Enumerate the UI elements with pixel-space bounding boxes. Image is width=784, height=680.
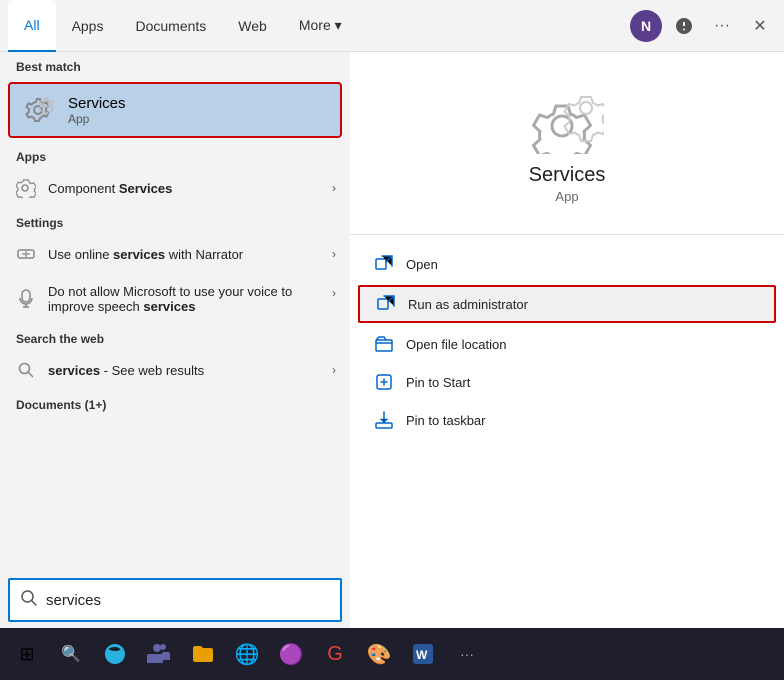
best-match-item[interactable]: Services App [8,82,342,138]
paint-icon[interactable]: 🎨 [358,633,400,675]
speech-icon [14,286,38,310]
component-services-icon [14,176,38,200]
open-icon [374,254,394,274]
best-match-section-label: Best match [0,52,350,78]
chrome-icon[interactable]: 🌐 [226,633,268,675]
search-bar-icon [20,589,38,612]
pin-to-taskbar-action[interactable]: Pin to taskbar [350,401,784,439]
open-file-location-label: Open file location [406,337,506,352]
svg-text:W: W [416,648,428,662]
web-chevron-icon: › [332,363,336,377]
component-services-text: Component Services [48,181,322,196]
pin-to-taskbar-label: Pin to taskbar [406,413,486,428]
avatar[interactable]: N [630,10,662,42]
more-apps-icon[interactable]: ··· [446,633,488,675]
pin-to-start-action[interactable]: Pin to Start [350,363,784,401]
taskbar: ⊞ 🔍 🌐 🟣 G 🎨 W ··· [0,628,784,680]
speech-text: Do not allow Microsoft to use your voice… [48,284,322,314]
more-icon[interactable]: ··· [706,10,738,42]
open-label: Open [406,257,438,272]
app-preview-name: Services [529,164,606,187]
search-input[interactable] [46,592,330,609]
teams-icon[interactable] [138,633,180,675]
web-search-text: services - See web results [48,363,322,378]
pin-to-taskbar-icon [374,410,394,430]
open-file-location-action[interactable]: Open file location [350,325,784,363]
explorer-icon[interactable] [182,633,224,675]
web-search-icon [14,358,38,382]
app-preview-type: App [555,189,578,204]
run-as-admin-action[interactable]: Run as administrator [358,285,776,323]
narrator-chevron-icon: › [332,247,336,261]
narrator-icon [14,242,38,266]
tab-web[interactable]: Web [222,0,283,52]
documents-section-label: Documents (1+) [0,390,350,416]
action-list: Open Run as administrator Open file loca… [350,235,784,449]
feedback-icon[interactable] [668,10,700,42]
search-bar[interactable] [8,578,342,622]
run-as-admin-icon [376,294,396,314]
slack-icon[interactable]: 🟣 [270,633,312,675]
pin-to-start-label: Pin to Start [406,375,470,390]
start-button[interactable]: ⊞ [6,633,48,675]
word-icon[interactable]: W [402,633,444,675]
narrator-services-item[interactable]: Use online services with Narrator › [0,234,350,274]
settings-section-label: Settings [0,208,350,234]
search-taskbar[interactable]: 🔍 [50,633,92,675]
edge-icon[interactable] [94,633,136,675]
component-services-item[interactable]: Component Services › [0,168,350,208]
web-search-item[interactable]: services - See web results › [0,350,350,390]
close-icon[interactable]: ✕ [744,10,776,42]
services-large-icon [532,92,602,152]
tab-all[interactable]: All [8,0,56,52]
google-icon[interactable]: G [314,633,356,675]
open-action[interactable]: Open [350,245,784,283]
run-as-admin-label: Run as administrator [408,297,528,312]
speech-services-item[interactable]: Do not allow Microsoft to use your voice… [0,274,350,324]
services-app-icon [24,94,56,126]
web-section-label: Search the web [0,324,350,350]
tab-apps[interactable]: Apps [56,0,120,52]
best-match-subtitle: App [68,112,126,126]
narrator-text: Use online services with Narrator [48,247,322,262]
tab-more[interactable]: More ▾ [283,0,358,52]
best-match-title: Services [68,95,126,112]
pin-to-start-icon [374,372,394,392]
chevron-right-icon: › [332,181,336,195]
app-preview: Services App [350,52,784,235]
tab-documents[interactable]: Documents [119,0,222,52]
open-file-location-icon [374,334,394,354]
apps-section-label: Apps [0,142,350,168]
speech-chevron-icon: › [332,286,336,300]
